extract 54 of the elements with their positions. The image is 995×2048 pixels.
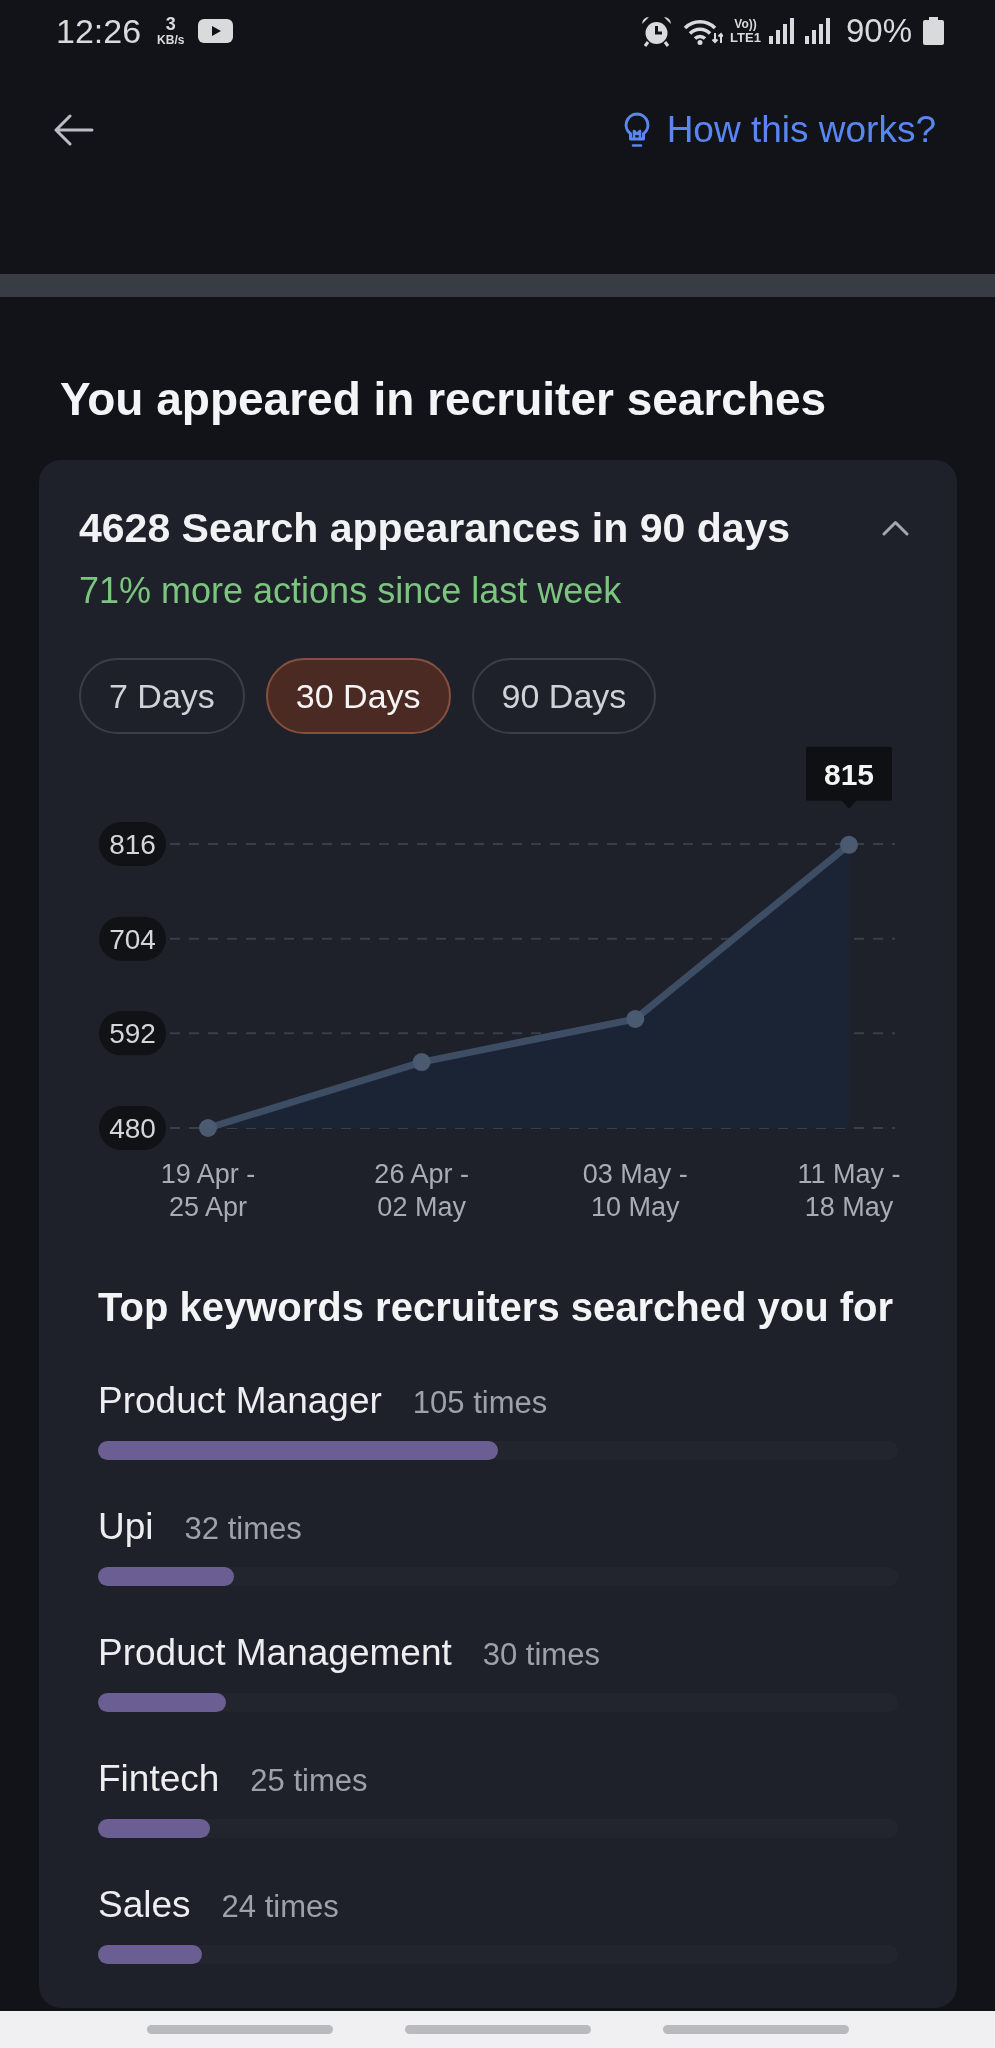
data-point [412, 1053, 431, 1072]
network-type-label: Vo)) [734, 17, 757, 31]
y-axis-label: 592 [99, 1011, 166, 1056]
section-title: You appeared in recruiter searches [60, 373, 827, 425]
y-axis-label: 480 [99, 1106, 166, 1150]
y-tick-label: 704 [109, 923, 156, 955]
lightbulb-icon [622, 112, 651, 148]
keyword-label: Product Management [98, 1631, 452, 1675]
status-time: 12:26 [56, 11, 142, 51]
wifi-icon [683, 17, 724, 45]
x-axis-label: 26 Apr - 02 May [373, 1158, 470, 1224]
keyword-label: Sales [98, 1883, 191, 1927]
y-tick-label: 480 [109, 1113, 156, 1144]
data-point [199, 1119, 217, 1137]
arrow-left-icon [54, 114, 94, 146]
nav-button[interactable] [146, 2025, 333, 2034]
y-axis-label: 704 [99, 916, 166, 961]
annotation: 815 [823, 757, 875, 791]
help-link[interactable]: How this works? [622, 110, 936, 150]
data-point [840, 835, 858, 854]
x-axis-label: 03 May - 10 May [581, 1158, 689, 1224]
data-point [626, 1009, 645, 1028]
alarm-clock-icon [641, 15, 673, 47]
y-axis-label: 816 [99, 822, 166, 866]
nav-button[interactable] [662, 2025, 849, 2034]
trend-text: 71% more actions since last week [79, 569, 622, 613]
battery-percent: 90% [845, 11, 912, 51]
keyword-count: 25 times [250, 1762, 368, 1800]
keyword-label: Product Manager [98, 1379, 382, 1423]
keyword-count: 30 times [482, 1636, 600, 1674]
keyword-count: 32 times [184, 1510, 302, 1548]
keyword-label: Upi [98, 1505, 154, 1549]
collapse-button[interactable] [882, 520, 909, 536]
y-tick-label: 816 [109, 829, 156, 860]
network-speed: 3 [165, 15, 176, 33]
range-tab[interactable]: 30 Days [265, 658, 451, 734]
x-axis-label: 19 Apr - 25 Apr [159, 1158, 257, 1224]
network-type-label: LTE1 [730, 30, 761, 45]
signal-bars-icon [804, 18, 830, 44]
card-title: 4628 Search appearances in 90 days [79, 504, 791, 553]
keywords-title: Top keywords recruiters searched you for [98, 1284, 895, 1331]
range-tab[interactable]: 90 Days [471, 658, 657, 734]
signal-bars-icon [768, 18, 794, 44]
battery-icon [923, 17, 944, 45]
keyword-count: 105 times [412, 1384, 548, 1422]
nav-button[interactable] [404, 2025, 591, 2034]
video-play-icon [198, 19, 234, 43]
value-tooltip: 815 [806, 746, 892, 809]
range-tab[interactable]: 7 Days [79, 658, 245, 734]
keyword-label: Fintech [98, 1757, 220, 1801]
x-axis-label: 11 May - 18 May [796, 1158, 902, 1224]
keyword-count: 24 times [221, 1888, 339, 1926]
y-tick-label: 592 [109, 1018, 156, 1050]
network-speed-unit: KB/s [157, 33, 185, 47]
